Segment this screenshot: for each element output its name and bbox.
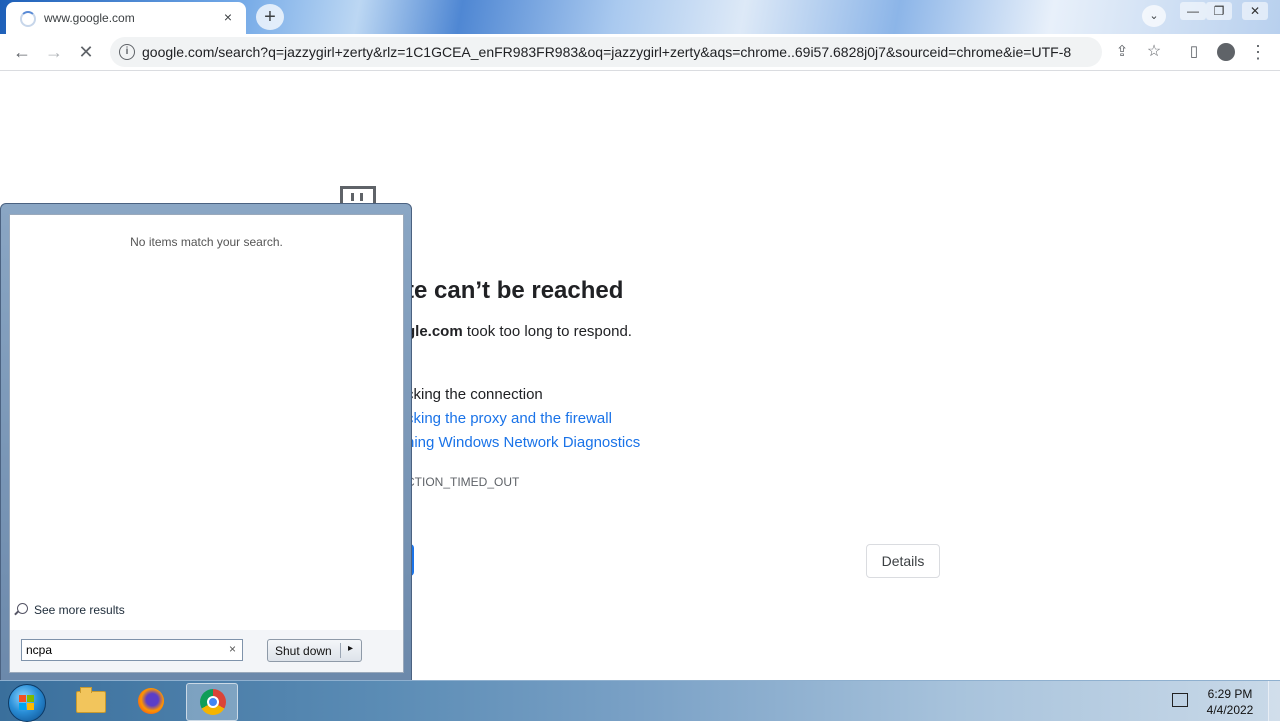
clock-date: 4/4/2022 [1206,703,1254,717]
clear-search-button[interactable]: × [229,642,236,656]
back-icon[interactable]: ← [8,38,36,66]
info-icon[interactable]: i [119,44,135,60]
start-button[interactable] [8,684,46,722]
no-results-message: No items match your search. [130,235,283,249]
tab-google[interactable]: www.google.com × [6,2,246,34]
error-title: te can’t be reached [406,277,624,304]
network-icon[interactable] [1172,693,1188,707]
menu-icon[interactable]: ⋮ [1244,38,1272,66]
clock-time: 6:29 PM [1207,687,1253,701]
restore-button[interactable]: ❐ [1206,2,1232,20]
firefox-icon [138,688,164,714]
chrome-icon [200,689,226,715]
new-tab-button[interactable]: + [256,4,284,30]
suggestion-connection: cking the connection [406,386,543,403]
shutdown-divider [340,643,341,658]
forward-icon[interactable]: → [40,38,68,66]
loading-spinner-icon [20,11,36,27]
details-button[interactable]: Details [866,544,940,578]
start-search-box[interactable]: × [21,639,243,661]
folder-icon [76,687,106,713]
suggestion-proxy-link[interactable]: cking the proxy and the firewall [406,410,612,427]
tab-strip: www.google.com × + ⌄ — ❐ ✕ [0,0,1280,34]
shutdown-label: Shut down [275,644,332,658]
suggestion-diagnostics-link[interactable]: ning Windows Network Diagnostics [406,434,640,451]
error-code: CTION_TIMED_OUT [406,475,520,489]
profile-icon[interactable] [1212,38,1240,66]
url-text[interactable]: google.com/search?q=jazzygirl+zerty&rlz=… [142,44,1071,60]
error-host: gle.com [406,323,463,340]
minimize-button[interactable]: — [1180,2,1206,20]
taskbar-firefox[interactable] [126,683,176,719]
search-icon [17,603,28,614]
see-more-label: See more results [34,603,125,617]
close-window-button[interactable]: ✕ [1242,2,1268,20]
tab-close-button[interactable]: × [218,7,238,27]
error-host-suffix: took too long to respond. [462,323,632,340]
tab-title: www.google.com [44,11,135,25]
show-desktop-button[interactable] [1268,681,1280,721]
taskbar-explorer[interactable] [64,683,114,719]
search-results-panel: No items match your search. [9,214,404,631]
start-menu: No items match your search. See more res… [0,203,412,681]
taskbar-chrome[interactable] [186,683,238,721]
see-more-results-link[interactable]: See more results [17,603,125,617]
start-search-input[interactable] [26,642,216,658]
tab-search-button[interactable]: ⌄ [1142,5,1166,27]
taskbar-clock[interactable]: 6:29 PM 4/4/2022 [1200,686,1260,718]
share-icon[interactable]: ⇪ [1108,38,1136,66]
stop-icon[interactable]: ✕ [72,38,100,66]
shutdown-button[interactable]: Shut down ▸ [267,639,362,662]
error-description: gle.com took too long to respond. [406,323,632,340]
taskbar: 6:29 PM 4/4/2022 [0,680,1280,722]
side-panel-icon[interactable]: ▯ [1180,38,1208,66]
windows-logo-icon [19,695,35,711]
address-bar[interactable]: i google.com/search?q=jazzygirl+zerty&rl… [110,37,1102,67]
browser-toolbar: ← → ✕ i google.com/search?q=jazzygirl+ze… [0,34,1280,71]
shutdown-options-arrow-icon[interactable]: ▸ [348,643,353,654]
star-icon[interactable]: ☆ [1140,38,1168,66]
